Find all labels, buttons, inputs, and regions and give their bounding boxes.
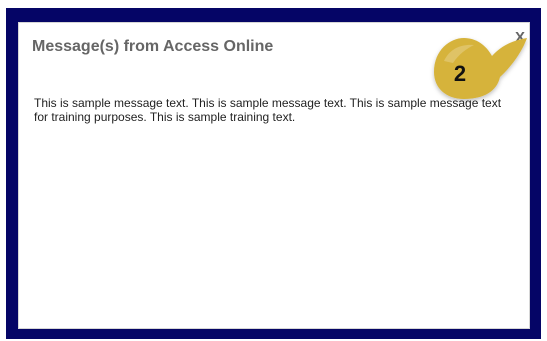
callout-bubble: [434, 38, 527, 99]
callout-number: 2: [453, 61, 467, 86]
dialog-title: Message(s) from Access Online: [32, 38, 274, 55]
